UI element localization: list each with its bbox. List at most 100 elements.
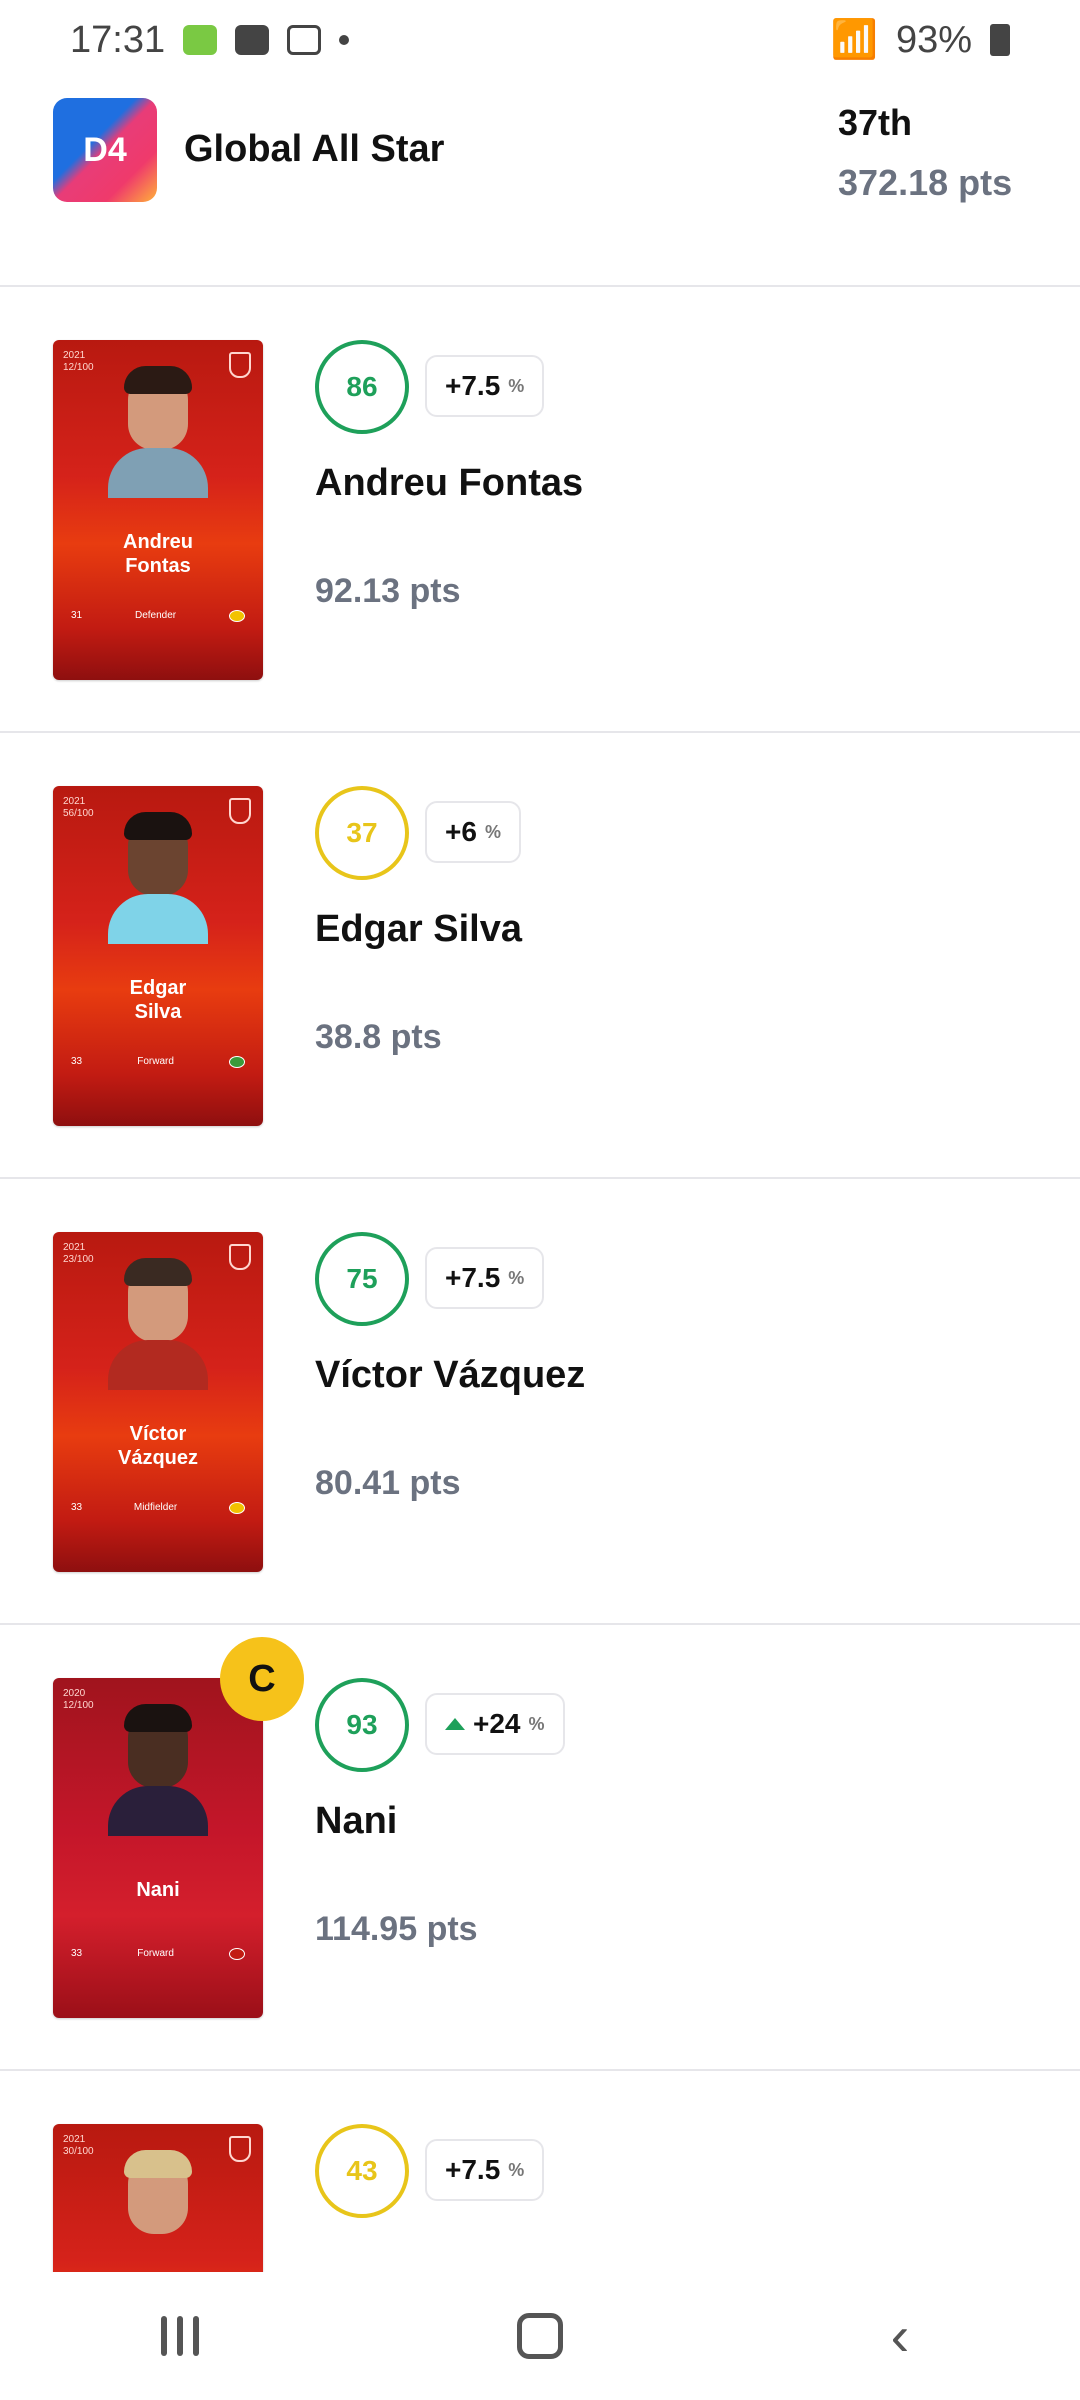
card-position: Midfielder bbox=[133, 1502, 178, 1513]
card-age: 33 bbox=[71, 1948, 83, 1959]
recent-apps-icon bbox=[161, 2316, 199, 2356]
bonus-value: +24 bbox=[473, 1708, 521, 1739]
country-flag-icon bbox=[228, 1502, 245, 1514]
clock: 17:31 bbox=[70, 18, 166, 61]
score-badge: 75 bbox=[315, 1232, 409, 1326]
calendar-icon bbox=[287, 25, 322, 55]
status-left: 17:31 bbox=[70, 18, 350, 62]
card-position: Forward bbox=[137, 1056, 174, 1067]
card-year: 2020 12/100 bbox=[63, 1688, 94, 1711]
player-points: 38.8 pts bbox=[315, 1018, 442, 1056]
bonus-badge: +7.5 % bbox=[425, 355, 545, 417]
more-notifications-icon bbox=[339, 35, 350, 45]
bonus-value: +7.5 bbox=[445, 370, 501, 401]
card-position: Defender bbox=[134, 610, 177, 621]
player-points: 80.41 pts bbox=[315, 1464, 461, 1502]
trend-up-icon bbox=[445, 1718, 465, 1730]
player-card[interactable]: 2021 12/100 Andreu Fontas 31 Defender bbox=[53, 340, 263, 680]
card-year: 2021 12/100 bbox=[63, 350, 94, 373]
player-points: 114.95 pts bbox=[315, 1910, 478, 1948]
player-row[interactable]: 2021 12/100 Andreu Fontas 31 Defender 86 … bbox=[0, 287, 1080, 733]
card-meta: 33 Forward bbox=[71, 1948, 245, 1960]
recent-apps-button[interactable] bbox=[120, 2296, 240, 2376]
player-card[interactable]: 2021 23/100 Víctor Vázquez 33 Midfielder bbox=[53, 1232, 263, 1572]
score-badge: 43 bbox=[315, 2124, 409, 2218]
card-year: 2021 56/100 bbox=[63, 796, 94, 819]
percent-icon: % bbox=[528, 1713, 545, 1734]
score-badge: 37 bbox=[315, 786, 409, 880]
percent-icon: % bbox=[508, 1267, 525, 1288]
percent-icon: % bbox=[508, 375, 525, 396]
player-portrait bbox=[108, 812, 208, 966]
card-player-name: Andreu Fontas bbox=[123, 531, 193, 577]
system-nav-bar: ‹ bbox=[0, 2272, 1080, 2400]
bonus-badge: +24 % bbox=[425, 1693, 565, 1755]
bonus-value: +7.5 bbox=[445, 2154, 501, 2185]
bonus-value: +6 bbox=[445, 816, 477, 847]
player-card[interactable]: 2021 56/100 Edgar Silva 33 Forward bbox=[53, 786, 263, 1126]
bonus-badge: +6 % bbox=[425, 801, 521, 863]
lineup-list: 2021 12/100 Andreu Fontas 31 Defender 86 … bbox=[0, 287, 1080, 2272]
card-player-name: Edgar Silva bbox=[129, 977, 187, 1023]
player-portrait bbox=[108, 1704, 208, 1858]
bonus-badge: +7.5 % bbox=[425, 2139, 545, 2201]
home-icon bbox=[517, 2313, 563, 2359]
captain-badge: C bbox=[220, 1637, 304, 1721]
player-points: 92.13 pts bbox=[315, 572, 461, 610]
player-name: Edgar Silva bbox=[315, 908, 522, 950]
country-flag-icon bbox=[229, 1056, 245, 1068]
bonus-badge: +7.5 % bbox=[425, 1247, 545, 1309]
player-name: Andreu Fontas bbox=[315, 462, 584, 504]
card-age: 33 bbox=[71, 1056, 83, 1067]
club-crest-icon bbox=[229, 352, 251, 378]
competition-logo[interactable]: D4 bbox=[53, 98, 157, 202]
club-crest-icon bbox=[229, 2136, 251, 2162]
player-card[interactable]: 2020 12/100 Nani 33 Forward bbox=[53, 1678, 263, 2018]
total-points: 372.18 pts bbox=[838, 162, 1013, 203]
player-row[interactable]: 2021 30/100 43 +7.5 % bbox=[0, 2071, 1080, 2272]
player-row[interactable]: C 2020 12/100 Nani 33 Forward 93 +24 % Na… bbox=[0, 1625, 1080, 2071]
card-meta: 33 Midfielder bbox=[71, 1502, 245, 1514]
score-badge: 93 bbox=[315, 1678, 409, 1772]
battery-level: 93% bbox=[895, 18, 972, 61]
status-right: 📶 93% bbox=[831, 18, 1010, 62]
home-button[interactable] bbox=[480, 2296, 600, 2376]
logo-text: D4 bbox=[83, 130, 127, 169]
card-year: 2021 30/100 bbox=[63, 2134, 94, 2157]
player-row[interactable]: 2021 56/100 Edgar Silva 33 Forward 37 +6 … bbox=[0, 733, 1080, 1179]
bonus-value: +7.5 bbox=[445, 1262, 501, 1293]
player-row[interactable]: 2021 23/100 Víctor Vázquez 33 Midfielder … bbox=[0, 1179, 1080, 1625]
youtube-icon bbox=[235, 25, 270, 55]
back-button[interactable]: ‹ bbox=[840, 2296, 960, 2376]
card-age: 33 bbox=[71, 1502, 83, 1513]
rank-summary: 37th 372.18 pts bbox=[838, 102, 1028, 204]
player-portrait bbox=[108, 366, 208, 520]
percent-icon: % bbox=[484, 821, 501, 842]
notification-app-icon bbox=[183, 25, 218, 55]
competition-name: Global All Star bbox=[184, 128, 445, 170]
percent-icon: % bbox=[508, 2159, 525, 2180]
club-crest-icon bbox=[229, 1244, 251, 1270]
player-name: Víctor Vázquez bbox=[315, 1354, 586, 1396]
card-meta: 31 Defender bbox=[71, 610, 245, 622]
card-player-name: Nani bbox=[136, 1879, 180, 1901]
wifi-icon: 📶 bbox=[830, 19, 878, 61]
country-flag-icon bbox=[228, 610, 245, 622]
card-player-name: Víctor Vázquez bbox=[117, 1423, 199, 1469]
rank-position: 37th bbox=[838, 102, 913, 143]
player-name: Nani bbox=[315, 1800, 398, 1842]
card-year: 2021 23/100 bbox=[63, 1242, 94, 1265]
card-age: 31 bbox=[71, 610, 83, 621]
player-portrait bbox=[108, 1258, 208, 1412]
card-position: Forward bbox=[137, 1948, 174, 1959]
player-portrait bbox=[108, 2150, 208, 2272]
competition-header: D4 Global All Star 37th 372.18 pts bbox=[0, 80, 1080, 287]
back-chevron-icon: ‹ bbox=[890, 2304, 910, 2367]
card-meta: 33 Forward bbox=[71, 1056, 245, 1068]
club-crest-icon bbox=[229, 798, 251, 824]
player-card[interactable]: 2021 30/100 bbox=[53, 2124, 263, 2272]
score-badge: 86 bbox=[315, 340, 409, 434]
country-flag-icon bbox=[229, 1948, 245, 1960]
battery-icon bbox=[990, 24, 1010, 56]
status-bar: 17:31 📶 93% bbox=[0, 0, 1080, 80]
